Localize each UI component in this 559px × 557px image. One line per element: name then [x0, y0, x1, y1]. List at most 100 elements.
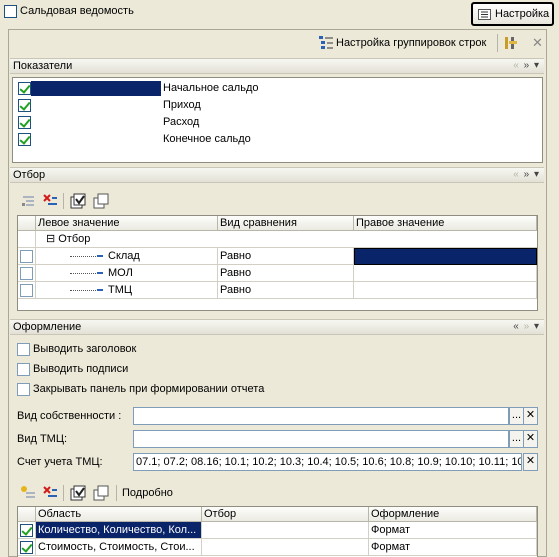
design-cell-format[interactable]: Формат [369, 522, 537, 539]
account-clear-button[interactable]: ✕ [523, 453, 538, 471]
table-row [18, 522, 36, 539]
design-row-checkbox[interactable] [20, 524, 33, 537]
indicator-checkbox[interactable] [18, 116, 31, 129]
filter-cell-left[interactable]: Склад [36, 248, 218, 265]
filter-cell-compare[interactable]: Равно [218, 282, 354, 299]
settings-button[interactable]: Настройка [471, 2, 554, 26]
account-label: Счет учета ТМЦ: [17, 456, 103, 468]
filter-cell-left[interactable]: ТМЦ [36, 282, 218, 299]
filter-cell-right[interactable] [354, 265, 537, 282]
toolbar-divider [63, 485, 64, 501]
item-type-input[interactable] [133, 430, 509, 448]
filter-cell-right[interactable] [354, 282, 537, 299]
design-cell-area[interactable]: Количество, Количество, Кол... [36, 522, 202, 539]
filter-col-compare[interactable]: Вид сравнения [218, 216, 354, 231]
filter-group-row[interactable]: ⊟ Отбор [36, 231, 537, 248]
indicators-nav[interactable]: « » ▾ [513, 59, 540, 73]
indicator-checkbox[interactable] [18, 99, 31, 112]
ownership-type-input[interactable] [133, 407, 509, 425]
show-title-label[interactable]: Выводить заголовок [33, 343, 136, 355]
filter-col-check [18, 216, 36, 231]
table-row [18, 248, 36, 265]
indicators-header[interactable]: Показатели « » ▾ [10, 58, 544, 74]
design-header[interactable]: Оформление « » ▾ [10, 319, 544, 335]
details-button[interactable]: Подробно [122, 487, 173, 499]
grouping-settings-icon[interactable] [318, 35, 334, 51]
design-cell-filter[interactable] [202, 522, 369, 539]
design-title: Оформление [13, 321, 82, 333]
report-type-checkbox[interactable] [4, 5, 17, 18]
account-input[interactable]: 07.1; 07.2; 08.16; 10.1; 10.2; 10.3; 10.… [133, 453, 522, 471]
toolbar-divider [63, 193, 64, 209]
ownership-type-label: Вид собственности : [17, 410, 122, 422]
delete-row-icon[interactable] [42, 193, 58, 209]
design-col-filter[interactable]: Отбор [202, 507, 369, 522]
filter-group-label: Отбор [58, 233, 91, 245]
filter-header[interactable]: Отбор « » ▾ [10, 167, 544, 183]
uncheck-all-icon[interactable] [93, 485, 109, 501]
filter-cell-compare[interactable]: Равно [218, 265, 354, 282]
close-panel-checkbox[interactable] [17, 383, 30, 396]
design-cell-format[interactable]: Формат [369, 539, 537, 556]
close-icon[interactable]: ✕ [532, 35, 543, 51]
field-icon [97, 255, 103, 258]
filter-cell-right[interactable] [354, 248, 537, 265]
design-cell-area[interactable]: Стоимость, Стоимость, Стои... [36, 539, 202, 556]
report-type-label: Сальдовая ведомость [20, 5, 134, 17]
close-panel-label[interactable]: Закрывать панель при формировании отчета [33, 383, 264, 395]
tree-branch-icon [70, 255, 96, 257]
table-row [18, 265, 36, 282]
delete-area-icon[interactable] [42, 485, 58, 501]
design-col-check [18, 507, 36, 522]
settings-button-label: Настройка [495, 8, 550, 20]
indicator-checkbox[interactable] [18, 82, 31, 95]
field-icon [97, 272, 103, 275]
toolbar-divider [497, 34, 498, 52]
design-nav[interactable]: « » ▾ [513, 320, 540, 334]
add-group-icon[interactable] [20, 193, 36, 209]
indicator-label[interactable]: Конечное сальдо [163, 133, 251, 145]
add-area-icon[interactable] [20, 485, 36, 501]
indicator-label[interactable]: Расход [163, 116, 199, 128]
indicator-checkbox[interactable] [18, 133, 31, 146]
indicator-selection [31, 81, 161, 96]
uncheck-all-icon[interactable] [93, 193, 109, 209]
design-cell-filter[interactable] [202, 539, 369, 556]
tree-branch-icon [70, 272, 96, 274]
design-col-format[interactable]: Оформление [369, 507, 537, 522]
filter-row-checkbox[interactable] [20, 284, 33, 297]
design-col-area[interactable]: Область [36, 507, 202, 522]
filter-cell-compare[interactable]: Равно [218, 248, 354, 265]
table-row [18, 231, 36, 248]
item-type-clear-button[interactable]: ✕ [523, 430, 538, 448]
filter-row-checkbox[interactable] [20, 267, 33, 280]
check-all-icon[interactable] [70, 193, 86, 209]
filter-table: Левое значение Вид сравнения Правое знач… [17, 215, 538, 311]
table-row [18, 282, 36, 299]
show-captions-checkbox[interactable] [17, 363, 30, 376]
design-table: Область Отбор Оформление Количество, Кол… [17, 506, 538, 557]
indicator-label[interactable]: Приход [163, 99, 201, 111]
design-row-checkbox[interactable] [20, 541, 33, 554]
tools-icon[interactable] [503, 35, 519, 51]
ownership-type-clear-button[interactable]: ✕ [523, 407, 538, 425]
show-title-checkbox[interactable] [17, 343, 30, 356]
filter-nav[interactable]: « » ▾ [513, 168, 540, 182]
filter-col-left[interactable]: Левое значение [36, 216, 218, 231]
field-icon [97, 289, 103, 292]
check-all-icon[interactable] [70, 485, 86, 501]
indicators-list: Начальное сальдо Приход Расход Конечное … [12, 77, 543, 163]
filter-cell-left[interactable]: МОЛ [36, 265, 218, 282]
grouping-settings-button[interactable]: Настройка группировок строк [336, 37, 486, 49]
indicators-title: Показатели [13, 60, 73, 72]
show-captions-label[interactable]: Выводить подписи [33, 363, 128, 375]
item-type-select-button[interactable]: ... [509, 430, 524, 448]
filter-col-right[interactable]: Правое значение [354, 216, 537, 231]
expand-toggle-icon[interactable]: ⊟ [46, 233, 55, 245]
tree-branch-icon [70, 289, 96, 291]
filter-row-checkbox[interactable] [20, 250, 33, 263]
settings-icon [478, 9, 491, 20]
ownership-type-select-button[interactable]: ... [509, 407, 524, 425]
indicator-label[interactable]: Начальное сальдо [163, 82, 259, 94]
table-row [18, 539, 36, 556]
